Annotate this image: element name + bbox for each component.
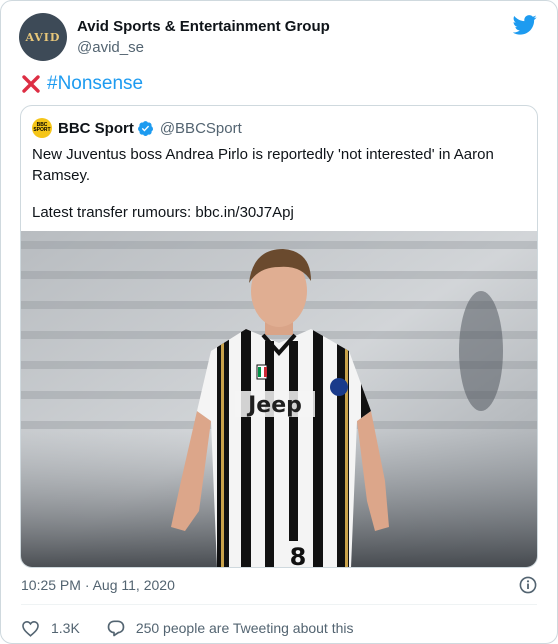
tweet-actions: 1.3K 250 people are Tweeting about this bbox=[21, 617, 354, 639]
author-avatar[interactable]: AVID bbox=[19, 13, 67, 61]
hashtag-link[interactable]: #Nonsense bbox=[47, 73, 143, 95]
heart-icon[interactable] bbox=[21, 619, 40, 638]
author-name[interactable]: Avid Sports & Entertainment Group bbox=[77, 17, 330, 37]
shirt-sponsor-text: Jeep bbox=[246, 393, 302, 418]
verified-badge-icon bbox=[137, 120, 153, 136]
avatar-logo-text: AVID bbox=[25, 30, 61, 44]
reply-bubble-icon[interactable] bbox=[106, 618, 126, 638]
twitter-bird-icon[interactable] bbox=[513, 15, 537, 35]
quoted-author-handle[interactable]: @BBCSport bbox=[160, 120, 242, 137]
tweet-timestamp[interactable]: 10:25 PM · Aug 11, 2020 bbox=[21, 577, 175, 593]
author-info[interactable]: Avid Sports & Entertainment Group @avid_… bbox=[77, 17, 330, 58]
quoted-author-name[interactable]: BBC Sport bbox=[58, 120, 134, 137]
bbc-sport-avatar[interactable]: BBC SPORT bbox=[32, 118, 52, 138]
bbc-avatar-text: BBC SPORT bbox=[33, 122, 51, 133]
player-photo[interactable]: Jeep 8 bbox=[21, 231, 537, 568]
tweeting-about-link[interactable]: 250 people are Tweeting about this bbox=[136, 620, 354, 636]
shorts-number-text: 8 bbox=[290, 543, 307, 568]
tweet-card: AVID Avid Sports & Entertainment Group @… bbox=[0, 0, 558, 644]
tweet-text: #Nonsense bbox=[21, 72, 143, 96]
quoted-header: BBC SPORT BBC Sport @BBCSport bbox=[32, 118, 242, 138]
cross-mark-icon bbox=[22, 75, 40, 93]
quoted-link-line[interactable]: Latest transfer rumours: bbc.in/30J7Apj bbox=[32, 202, 294, 223]
quoted-tweet[interactable]: BBC SPORT BBC Sport @BBCSport New Juvent… bbox=[20, 105, 538, 568]
quoted-text: New Juventus boss Andrea Pirlo is report… bbox=[32, 146, 494, 184]
like-count[interactable]: 1.3K bbox=[51, 620, 80, 636]
info-icon[interactable] bbox=[519, 576, 537, 594]
author-handle[interactable]: @avid_se bbox=[77, 38, 330, 58]
footer-divider bbox=[21, 604, 537, 605]
